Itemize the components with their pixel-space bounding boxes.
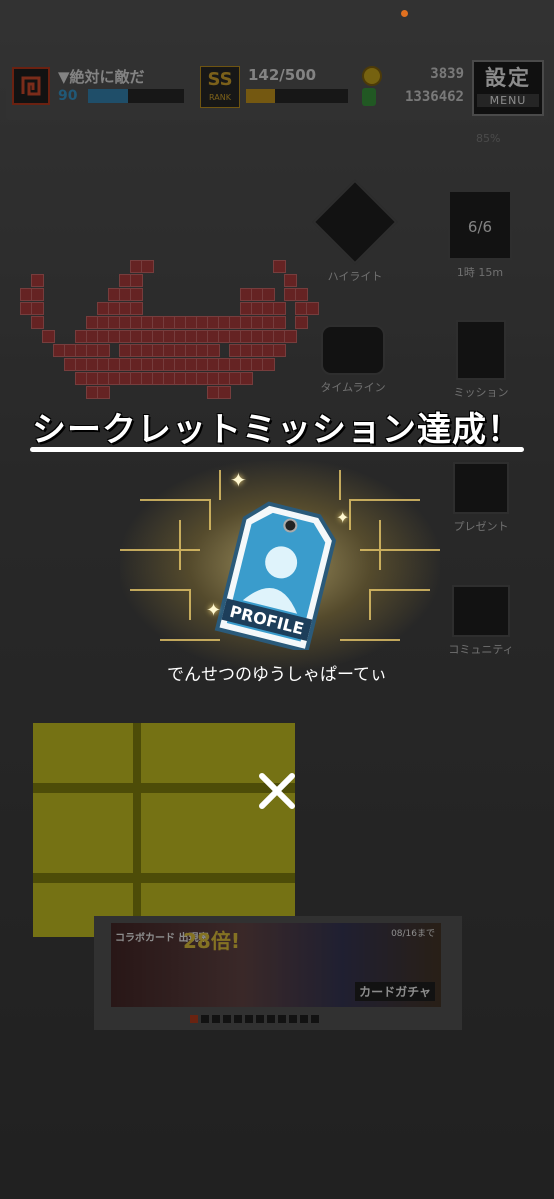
profile-tag-icon: PROFILE <box>214 501 337 650</box>
close-icon <box>259 773 295 809</box>
mission-name: でんせつのゆうしゃぱーてぃ <box>167 665 387 685</box>
notification-dot <box>401 10 408 17</box>
sparkle-icon: ✦ <box>336 508 350 527</box>
mission-achieved-popup: シークレットミッション達成！ PROFILE ✦ ✦ ✦ でんせつのゆうしゃぱー… <box>0 0 554 1199</box>
sparkle-icon: ✦ <box>206 600 222 621</box>
close-button[interactable] <box>254 768 300 814</box>
popup-title: シークレットミッション達成！ <box>32 410 522 450</box>
sparkle-icon: ✦ <box>230 468 247 492</box>
title-underline <box>30 447 524 452</box>
